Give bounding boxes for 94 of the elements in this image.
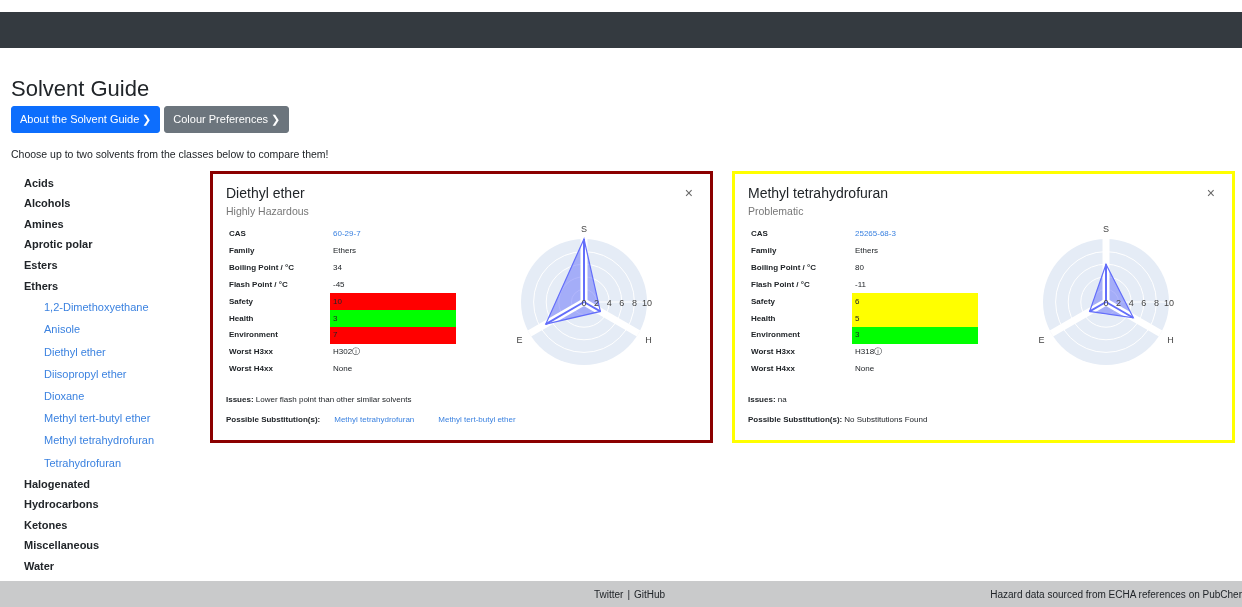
score-cell: 3 xyxy=(330,310,456,328)
category-item[interactable]: Amines xyxy=(24,213,210,235)
field-label: Environment xyxy=(748,327,852,344)
preferences-button[interactable]: Colour Preferences ❯ xyxy=(164,106,290,133)
substitutions-label: Possible Substitution(s): xyxy=(748,413,843,426)
footer-link[interactable]: GitHub xyxy=(634,586,666,602)
field-label: Health xyxy=(748,310,852,328)
field-label: Worst H4xx xyxy=(750,363,796,376)
field-label: Worst H3xx xyxy=(226,343,330,361)
field-label: Health xyxy=(226,310,330,328)
close-button[interactable]: × xyxy=(680,185,697,200)
hazard-rating: Problematic xyxy=(748,204,805,220)
field-label: Worst H3xx xyxy=(748,343,852,361)
score-cell: 7 xyxy=(330,327,456,344)
about-button[interactable]: About the Solvent Guide ❯ xyxy=(11,106,161,133)
tick-label: 8 xyxy=(1153,297,1159,308)
tick-label: 6 xyxy=(1141,297,1147,308)
substitutions-label: Possible Substitution(s): xyxy=(226,413,321,426)
score-cell: 10 xyxy=(330,293,456,311)
field-label: Environment xyxy=(226,327,330,344)
category-item[interactable]: Alcohols xyxy=(24,193,210,214)
field-value: 80 xyxy=(854,261,865,274)
separator-text: | xyxy=(627,587,631,602)
field-label: Flash Point / °C xyxy=(748,276,852,294)
solvent-link[interactable]: Diethyl ether xyxy=(24,340,210,363)
hazard-rating: Highly Hazardous xyxy=(226,204,309,220)
issues-text: Issues: Lower flash point than other similar solvents xyxy=(226,393,413,406)
solvent-link[interactable]: Anisole xyxy=(24,318,210,341)
field-label: Boiling Point / °C xyxy=(228,261,295,274)
field-value: Ethers xyxy=(854,245,880,258)
field-value: 34 xyxy=(332,261,343,274)
field-label: CAS xyxy=(228,228,247,241)
axis-label: S xyxy=(581,223,587,234)
close-button[interactable]: × xyxy=(1202,185,1219,200)
solvent-link[interactable]: Diisopropyl ether xyxy=(24,362,210,385)
tick-label: 8 xyxy=(631,297,637,308)
category-item[interactable]: Aprotic polar xyxy=(24,234,210,255)
field-label: Family xyxy=(228,245,256,258)
field-label: Flash Point / °C xyxy=(226,276,330,294)
solvent-link[interactable]: Dioxane xyxy=(24,384,210,408)
field-value: H302ⓘ xyxy=(330,343,456,361)
field-value: None xyxy=(854,363,876,376)
footer-text: Hazard data sourced from ECHA references on PubCher xyxy=(990,587,1242,602)
field-label: CAS xyxy=(750,228,769,241)
tick-label: 10 xyxy=(1164,297,1174,308)
category-item[interactable]: Ketones xyxy=(24,514,210,536)
axis-label: H xyxy=(1167,334,1174,345)
tick-label: 10 xyxy=(642,297,652,308)
category-item[interactable]: Miscellaneous xyxy=(24,535,210,557)
issues-text: Issues: na xyxy=(748,393,788,406)
solvent-link[interactable]: 1,2-Dimethoxyethane xyxy=(24,296,210,319)
category-item[interactable]: Halogenated xyxy=(24,473,210,495)
substitution-link[interactable]: Methyl tert-butyl ether xyxy=(438,413,516,426)
category-item[interactable]: Water xyxy=(24,556,210,577)
tick-label: 4 xyxy=(606,297,612,308)
instruction-text: Choose up to two solvents from the classes below to compare them! xyxy=(11,146,330,162)
field-label: Worst H4xx xyxy=(228,363,274,376)
field-value: -11 xyxy=(852,276,978,294)
tick-label: 6 xyxy=(619,297,625,308)
solvent-name: Diethyl ether xyxy=(226,185,306,202)
solvent-name: Methyl tetrahydrofuran xyxy=(748,185,889,202)
axis-label: E xyxy=(516,334,523,345)
axis-label: H xyxy=(645,334,652,345)
footer-link[interactable]: Twitter xyxy=(594,586,624,602)
score-cell: 6 xyxy=(852,293,978,311)
tick-label: 2 xyxy=(594,297,600,308)
category-item[interactable]: Esters xyxy=(24,255,210,276)
tick-label: 0 xyxy=(581,297,587,308)
axis-label: E xyxy=(1038,334,1045,345)
field-label: Safety xyxy=(226,293,330,311)
field-value: H318ⓘ xyxy=(852,343,978,361)
tick-label: 4 xyxy=(1128,297,1134,308)
field-label: Safety xyxy=(748,293,852,311)
solvent-link[interactable]: Methyl tetrahydrofuran xyxy=(24,429,210,452)
field-label: Boiling Point / °C xyxy=(750,261,817,274)
substitution-link[interactable]: Methyl tetrahydrofuran xyxy=(334,413,415,426)
category-item[interactable]: Acids xyxy=(24,172,210,194)
tick-label: 0 xyxy=(1103,297,1109,308)
solvent-link[interactable]: Methyl tert-butyl ether xyxy=(24,407,210,430)
page-title: Solvent Guide xyxy=(11,76,151,103)
tick-label: 2 xyxy=(1116,297,1122,308)
substitution-text: No Substitutions Found xyxy=(844,413,928,426)
cas-link[interactable]: 60-29-7 xyxy=(333,229,361,239)
solvent-link[interactable]: Tetrahydrofuran xyxy=(24,451,210,474)
category-item[interactable]: Ethers xyxy=(24,275,210,297)
score-cell: 3 xyxy=(852,327,978,344)
score-cell: 5 xyxy=(852,310,978,328)
axis-label: S xyxy=(1103,223,1109,234)
field-value: None xyxy=(332,363,354,376)
category-item[interactable]: Hydrocarbons xyxy=(24,494,210,515)
cas-link[interactable]: 25265-68-3 xyxy=(855,229,896,239)
field-value: -45 xyxy=(330,276,456,294)
field-value: Ethers xyxy=(332,245,358,258)
field-label: Family xyxy=(750,245,778,258)
